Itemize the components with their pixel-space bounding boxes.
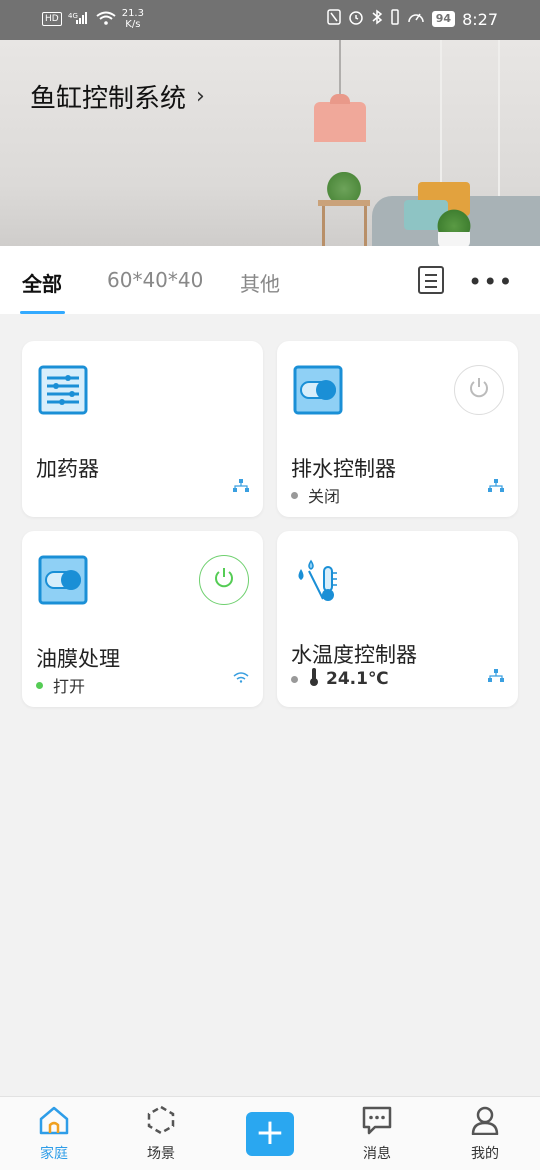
speedometer-icon (407, 9, 425, 29)
power-button[interactable] (454, 365, 504, 415)
thermometer-icon (308, 667, 320, 691)
device-status: 关闭 (291, 483, 340, 507)
bluetooth-icon (371, 9, 383, 29)
device-card-water-temp[interactable]: 水温度控制器 24.1℃ (277, 531, 518, 707)
status-dot (36, 681, 43, 689)
tab-indicator (20, 311, 65, 314)
vibrate-icon (390, 9, 400, 29)
user-icon (470, 1106, 500, 1139)
status-dot (291, 491, 298, 499)
home-banner: 鱼缸控制系统 › (0, 40, 540, 246)
status-text: 关闭 (308, 487, 341, 506)
scene-icon (146, 1105, 176, 1139)
nav-scene-label: 场景 (147, 1146, 175, 1162)
pendant-lamp (314, 94, 366, 142)
nfc-icon (327, 9, 341, 29)
nav-home[interactable]: 家庭 (24, 1105, 84, 1163)
speed-unit: K/s (125, 19, 141, 30)
device-card-drain-controller[interactable]: 排水控制器 关闭 (277, 341, 518, 517)
tab-all[interactable]: 全部 (22, 268, 62, 297)
more-icon[interactable]: ••• (468, 268, 513, 296)
power-icon (212, 566, 236, 594)
wifi-icon (233, 668, 249, 687)
message-icon (361, 1106, 393, 1139)
nav-mine[interactable]: 我的 (455, 1105, 515, 1163)
home-title-link[interactable]: 鱼缸控制系统 › (30, 78, 205, 115)
temperature-value: 24.1℃ (326, 669, 389, 689)
clock: 8:27 (462, 9, 498, 29)
power-button[interactable] (199, 555, 249, 605)
tab-60x40x40[interactable]: 60*40*40 (107, 268, 203, 292)
table-leg (364, 206, 367, 246)
device-status: 24.1℃ (291, 667, 389, 691)
home-title: 鱼缸控制系统 (30, 84, 187, 114)
pot-decor (438, 232, 470, 246)
plant-decor (322, 172, 366, 200)
add-device-button[interactable]: + (246, 1112, 294, 1156)
bottom-nav: 家庭 场景 + 消息 我的 (0, 1096, 540, 1170)
home-icon (38, 1106, 70, 1139)
switch-icon (293, 365, 343, 415)
nav-messages-label: 消息 (363, 1146, 391, 1162)
nav-scene[interactable]: 场景 (131, 1105, 191, 1163)
device-name: 油膜处理 (36, 647, 120, 671)
table-leg (322, 206, 325, 246)
chevron-right-icon: › (196, 84, 205, 109)
doser-icon (38, 365, 88, 415)
network-icon (488, 668, 504, 687)
nav-home-label: 家庭 (40, 1146, 68, 1162)
tab-other[interactable]: 其他 (240, 268, 280, 297)
signal-icon: 4G (68, 11, 90, 28)
device-name: 排水控制器 (291, 457, 396, 481)
network-icon (233, 478, 249, 497)
nav-messages[interactable]: 消息 (347, 1105, 407, 1163)
device-status: 打开 (36, 673, 85, 697)
device-name: 水温度控制器 (291, 643, 417, 667)
device-card-oil-film[interactable]: 油膜处理 打开 (22, 531, 263, 707)
device-card-doser[interactable]: 加药器 (22, 341, 263, 517)
nav-mine-label: 我的 (471, 1146, 499, 1162)
status-text: 打开 (53, 677, 86, 696)
status-dot (291, 675, 298, 683)
battery-icon: 94 (431, 11, 456, 27)
power-icon (467, 376, 491, 404)
device-name: 加药器 (36, 457, 99, 481)
status-left: HD 4G 21.3 K/s (42, 8, 144, 30)
alarm-icon (348, 9, 364, 29)
list-view-icon[interactable] (418, 266, 444, 294)
status-right: 94 8:27 (327, 9, 498, 29)
switch-icon (38, 555, 88, 605)
svg-text:4G: 4G (68, 12, 78, 20)
speed-value: 21.3 (121, 8, 144, 19)
water-temp-icon (293, 555, 343, 605)
status-bar: HD 4G 21.3 K/s 94 8:27 (0, 0, 540, 40)
network-icon (488, 478, 504, 497)
wifi-status-icon (96, 11, 116, 28)
network-speed: 21.3 K/s (122, 8, 144, 30)
hd-badge: HD (42, 12, 62, 26)
room-tabs: 全部 60*40*40 其他 (0, 246, 540, 314)
side-table (318, 200, 370, 206)
